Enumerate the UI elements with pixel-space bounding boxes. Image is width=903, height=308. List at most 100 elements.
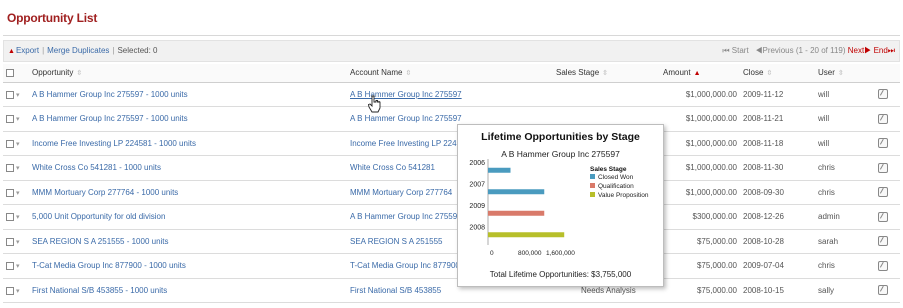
close-date-cell: 2008-12-26: [740, 204, 815, 230]
edit-icon[interactable]: [878, 162, 888, 173]
export-link[interactable]: Export: [16, 46, 39, 55]
chevron-down-icon[interactable]: ▾: [16, 115, 20, 123]
end-icon[interactable]: ⏭: [888, 46, 895, 55]
edit-cell: [875, 180, 900, 205]
opportunity-link[interactable]: First National S/B 453855 - 1000 units: [32, 286, 167, 295]
separator: |: [112, 46, 115, 55]
row-checkbox[interactable]: [6, 164, 14, 173]
next-icon[interactable]: ▶: [864, 46, 871, 55]
opportunity-cell: SEA REGION S A 251555 - 1000 units: [29, 229, 347, 254]
select-all-checkbox[interactable]: [6, 69, 14, 78]
col-user-label[interactable]: User: [818, 68, 835, 77]
edit-cell: [875, 155, 900, 181]
next-link[interactable]: Next: [848, 46, 864, 55]
chevron-down-icon[interactable]: ▾: [16, 164, 20, 172]
row-checkbox[interactable]: [6, 90, 14, 99]
col-opportunity[interactable]: Opportunity ⇳: [29, 64, 347, 83]
col-opportunity-label[interactable]: Opportunity: [32, 68, 73, 77]
col-account-label[interactable]: Account Name: [350, 68, 402, 77]
previous-link[interactable]: Previous: [762, 46, 793, 55]
col-close[interactable]: Close ⇳: [740, 64, 815, 83]
edit-cell: [875, 106, 900, 132]
opportunity-link[interactable]: SEA REGION S A 251555 - 1000 units: [32, 237, 169, 246]
table-row[interactable]: ▾ First National S/B 453855 - 1000 units F…: [3, 278, 900, 303]
chevron-down-icon[interactable]: ▾: [16, 238, 20, 246]
opportunity-link[interactable]: A B Hammer Group Inc 275597 - 1000 units: [32, 114, 188, 123]
account-link[interactable]: First National S/B 453855: [350, 286, 441, 295]
sort-icon[interactable]: ⇳: [766, 70, 772, 77]
table-header-row: Opportunity ⇳ Account Name ⇳ Sales Stage ⇳ …: [3, 64, 900, 83]
close-date-cell: 2008-10-15: [740, 278, 815, 303]
sort-desc-icon[interactable]: ▲: [694, 70, 701, 77]
table-row[interactable]: ▾ A B Hammer Group Inc 275597 - 1000 unit…: [3, 106, 900, 132]
opportunity-link[interactable]: 5,000 Unit Opportunity for old division: [32, 212, 165, 221]
table-row[interactable]: ▾ MMM Mortuary Corp 277764 - 1000 units MM…: [3, 180, 900, 205]
col-amount[interactable]: Amount ▲: [660, 64, 740, 83]
table-row[interactable]: ▾ A B Hammer Group Inc 275597 - 1000 unit…: [3, 82, 900, 107]
row-checkbox[interactable]: [6, 115, 14, 124]
col-user[interactable]: User ⇳: [815, 64, 875, 83]
close-date-cell: 2009-07-04: [740, 253, 815, 279]
opportunity-link[interactable]: Income Free Investing LP 224581 - 1000 u…: [32, 139, 196, 148]
edit-icon[interactable]: [878, 138, 888, 149]
account-link[interactable]: A B Hammer Group Inc 275597: [350, 212, 462, 221]
account-link[interactable]: T-Cat Media Group Inc 877900: [350, 261, 460, 270]
opportunity-link[interactable]: A B Hammer Group Inc 275597 - 1000 units: [32, 90, 188, 99]
row-checkbox[interactable]: [6, 237, 14, 246]
edit-icon[interactable]: [878, 211, 888, 222]
sort-icon[interactable]: ⇳: [838, 70, 844, 77]
legend-swatch: [590, 174, 595, 179]
col-stage[interactable]: Sales Stage ⇳: [553, 64, 660, 83]
col-stage-label[interactable]: Sales Stage: [556, 68, 599, 77]
row-checkbox[interactable]: [6, 139, 14, 148]
amount-cell: $1,000,000.00: [660, 106, 740, 132]
start-link[interactable]: Start: [732, 46, 749, 55]
col-account[interactable]: Account Name ⇳: [347, 64, 553, 83]
chevron-down-icon[interactable]: ▾: [16, 140, 20, 148]
table-row[interactable]: ▾ 5,000 Unit Opportunity for old division…: [3, 204, 900, 230]
opportunity-link[interactable]: T-Cat Media Group Inc 877900 - 1000 unit…: [32, 261, 186, 270]
sort-icon[interactable]: ⇳: [405, 70, 411, 77]
table-row[interactable]: ▾ SEA REGION S A 251555 - 1000 units SEA R…: [3, 229, 900, 254]
account-link[interactable]: SEA REGION S A 251555: [350, 237, 443, 246]
edit-icon[interactable]: [878, 260, 888, 271]
page-range: (1 - 20 of 119): [795, 46, 846, 55]
row-checkbox[interactable]: [6, 286, 14, 295]
edit-icon[interactable]: [878, 113, 888, 124]
close-date-cell: 2008-10-28: [740, 229, 815, 254]
opportunity-link[interactable]: MMM Mortuary Corp 277764 - 1000 units: [32, 188, 178, 197]
opportunity-cell: White Cross Co 541281 - 1000 units: [29, 155, 347, 181]
sort-icon[interactable]: ⇳: [76, 70, 82, 77]
account-link[interactable]: A B Hammer Group Inc 275597: [350, 114, 462, 123]
row-checkbox[interactable]: [6, 188, 14, 197]
opportunity-cell: A B Hammer Group Inc 275597 - 1000 units: [29, 82, 347, 107]
chevron-down-icon[interactable]: ▾: [16, 287, 20, 295]
amount-cell: $1,000,000.00: [660, 155, 740, 181]
merge-duplicates-link[interactable]: Merge Duplicates: [47, 46, 109, 55]
row-checkbox[interactable]: [6, 213, 14, 222]
edit-icon[interactable]: [878, 285, 888, 296]
table-row[interactable]: ▾ Income Free Investing LP 224581 - 1000 …: [3, 131, 900, 156]
edit-icon[interactable]: [878, 236, 888, 247]
end-link[interactable]: End: [874, 46, 888, 55]
opportunity-cell: First National S/B 453855 - 1000 units: [29, 278, 347, 303]
close-date-cell: 2008-09-30: [740, 180, 815, 205]
chevron-down-icon[interactable]: ▾: [16, 213, 20, 221]
edit-icon[interactable]: [878, 187, 888, 198]
chevron-down-icon[interactable]: ▾: [16, 189, 20, 197]
opportunity-link[interactable]: White Cross Co 541281 - 1000 units: [32, 163, 161, 172]
sort-icon[interactable]: ⇳: [602, 70, 608, 77]
row-checkbox[interactable]: [6, 262, 14, 271]
table-row[interactable]: ▾ White Cross Co 541281 - 1000 units White…: [3, 155, 900, 181]
account-link[interactable]: Income Free Investing LP 224581: [350, 139, 470, 148]
account-link[interactable]: MMM Mortuary Corp 277764: [350, 188, 452, 197]
table-row[interactable]: ▾ T-Cat Media Group Inc 877900 - 1000 uni…: [3, 253, 900, 279]
start-icon[interactable]: ⏮: [722, 46, 729, 55]
chevron-down-icon[interactable]: ▾: [16, 91, 20, 99]
col-close-label[interactable]: Close: [743, 68, 763, 77]
row-select-cell: ▾: [3, 180, 29, 205]
account-link[interactable]: White Cross Co 541281: [350, 163, 435, 172]
chevron-down-icon[interactable]: ▾: [16, 262, 20, 270]
col-amount-label[interactable]: Amount: [663, 68, 691, 77]
edit-icon[interactable]: [878, 89, 888, 100]
